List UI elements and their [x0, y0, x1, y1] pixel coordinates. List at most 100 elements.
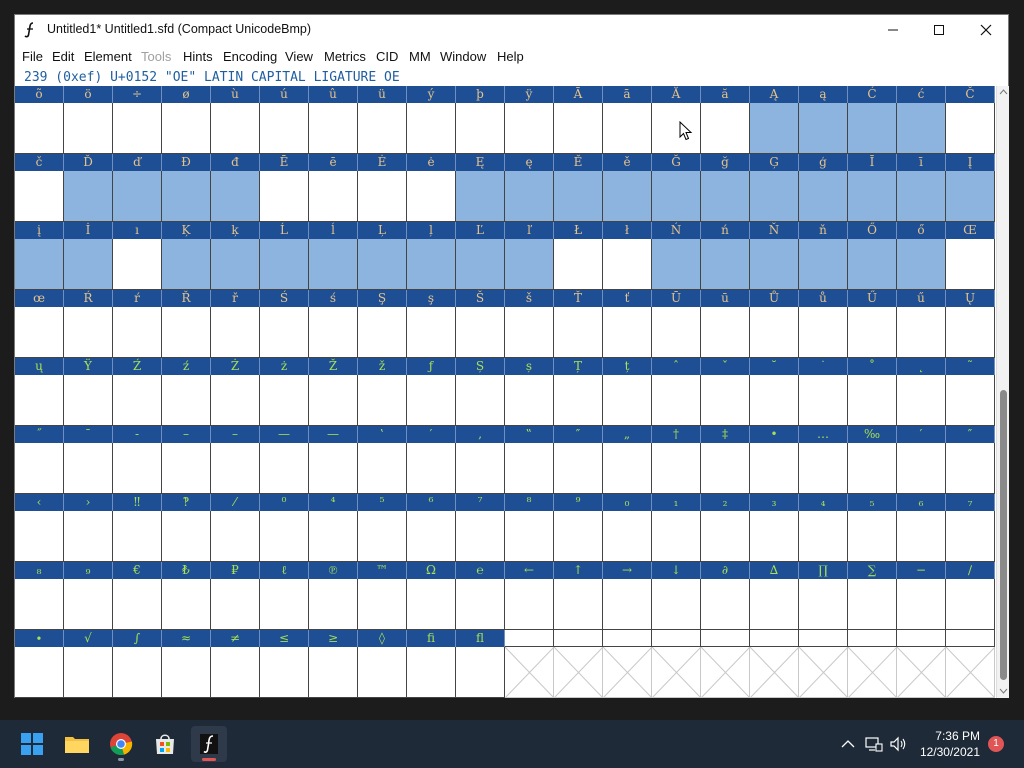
glyph-cell[interactable] — [113, 307, 162, 358]
glyph-label[interactable]: ș — [505, 358, 554, 375]
glyph-cell[interactable] — [309, 443, 358, 494]
menu-view[interactable]: View — [285, 49, 313, 64]
glyph-cell[interactable] — [750, 307, 799, 358]
glyph-label[interactable]: š — [505, 290, 554, 307]
glyph-cell-selected[interactable] — [456, 171, 505, 222]
empty-glyph-slot[interactable] — [897, 647, 946, 698]
glyph-cell[interactable] — [358, 647, 407, 698]
glyph-cell[interactable] — [701, 443, 750, 494]
glyph-label[interactable]: ų — [15, 358, 64, 375]
glyph-label[interactable]: ø — [162, 86, 211, 103]
glyph-cell[interactable] — [897, 375, 946, 426]
glyph-label[interactable]: … — [799, 426, 848, 443]
glyph-cell[interactable] — [456, 103, 505, 154]
glyph-cell[interactable] — [799, 511, 848, 562]
menu-edit[interactable]: Edit — [52, 49, 74, 64]
glyph-label[interactable]: ₅ — [848, 494, 897, 511]
glyph-label[interactable]: ⁰ — [260, 494, 309, 511]
glyph-label[interactable]: ț — [603, 358, 652, 375]
glyph-cell[interactable] — [260, 103, 309, 154]
glyph-cell[interactable] — [211, 511, 260, 562]
glyph-label[interactable]: ₇ — [946, 494, 995, 511]
glyph-cell[interactable] — [358, 103, 407, 154]
glyph-cell[interactable] — [505, 375, 554, 426]
glyph-label[interactable]: Ģ — [750, 154, 799, 171]
glyph-label[interactable]: ‰ — [848, 426, 897, 443]
glyph-cell[interactable] — [652, 443, 701, 494]
glyph-cell-selected[interactable] — [64, 171, 113, 222]
glyph-label[interactable]: ù — [211, 86, 260, 103]
glyph-label[interactable]: Ğ — [652, 154, 701, 171]
glyph-label[interactable]: ö — [64, 86, 113, 103]
glyph-cell[interactable] — [407, 511, 456, 562]
glyph-label[interactable]: ł — [603, 222, 652, 239]
glyph-cell[interactable] — [799, 443, 848, 494]
glyph-label[interactable]: ℮ — [456, 562, 505, 579]
glyph-cell[interactable] — [407, 375, 456, 426]
glyph-label[interactable]: û — [309, 86, 358, 103]
glyph-label[interactable]: ř — [211, 290, 260, 307]
glyph-cell-selected[interactable] — [799, 239, 848, 290]
glyph-cell[interactable] — [162, 511, 211, 562]
glyph-cell[interactable] — [407, 443, 456, 494]
empty-glyph-label[interactable] — [554, 630, 603, 647]
glyph-cell[interactable] — [113, 579, 162, 630]
close-button[interactable] — [963, 15, 1009, 45]
glyph-cell[interactable] — [750, 375, 799, 426]
glyph-cell[interactable] — [113, 103, 162, 154]
glyph-cell[interactable] — [554, 579, 603, 630]
glyph-label[interactable]: ′ — [407, 426, 456, 443]
glyph-label[interactable]: Ĺ — [260, 222, 309, 239]
glyph-cell[interactable] — [701, 307, 750, 358]
glyph-cell-selected[interactable] — [946, 171, 995, 222]
glyph-cell[interactable] — [15, 647, 64, 698]
glyph-cell[interactable] — [750, 443, 799, 494]
glyph-cell[interactable] — [407, 103, 456, 154]
glyph-cell[interactable] — [652, 511, 701, 562]
empty-glyph-slot[interactable] — [946, 647, 995, 698]
glyph-label[interactable]: ″ — [554, 426, 603, 443]
glyph-label[interactable]: Ő — [848, 222, 897, 239]
start-button[interactable] — [14, 726, 50, 762]
glyph-label[interactable]: ÿ — [505, 86, 554, 103]
glyph-cell[interactable] — [211, 579, 260, 630]
maximize-button[interactable] — [916, 15, 962, 45]
glyph-label[interactable]: ī — [897, 154, 946, 171]
glyph-cell[interactable] — [15, 375, 64, 426]
glyph-label[interactable]: ℗ — [309, 562, 358, 579]
glyph-cell[interactable] — [603, 103, 652, 154]
title-bar[interactable]: Untitled1* Untitled1.sfd (Compact Unicod… — [15, 15, 1008, 45]
glyph-cell[interactable] — [652, 307, 701, 358]
glyph-cell[interactable] — [946, 239, 995, 290]
glyph-label[interactable]: € — [113, 562, 162, 579]
glyph-cell[interactable] — [505, 579, 554, 630]
glyph-label[interactable]: ü — [358, 86, 407, 103]
glyph-cell[interactable] — [260, 171, 309, 222]
glyph-cell-selected[interactable] — [652, 171, 701, 222]
glyph-grid[interactable]: õ ö ÷ ø ù ú û ü ý þ ÿ Āā Ăă Ąą Ćć Čč Ďď Đđ Ēē Ėė Ęę Ěě Ğğ Ģģ Īī Į… — [15, 86, 996, 698]
glyph-label[interactable]: ↓ — [652, 562, 701, 579]
glyph-cell[interactable] — [358, 511, 407, 562]
glyph-cell[interactable] — [211, 307, 260, 358]
glyph-cell[interactable] — [505, 443, 554, 494]
clock-date[interactable]: 12/30/2021 — [920, 745, 980, 759]
glyph-label[interactable]: Ā — [554, 86, 603, 103]
glyph-label[interactable]: ą — [799, 86, 848, 103]
glyph-label[interactable]: ₃ — [750, 494, 799, 511]
glyph-cell[interactable] — [652, 375, 701, 426]
glyph-cell-selected[interactable] — [260, 239, 309, 290]
glyph-label[interactable]: Ÿ — [64, 358, 113, 375]
glyph-label[interactable]: ≈ — [162, 630, 211, 647]
volume-icon[interactable] — [888, 734, 908, 754]
glyph-cell[interactable] — [848, 307, 897, 358]
glyph-cell[interactable] — [946, 307, 995, 358]
glyph-label[interactable]: Ș — [456, 358, 505, 375]
glyph-cell-selected[interactable] — [799, 171, 848, 222]
glyph-label[interactable]: ← — [505, 562, 554, 579]
glyph-label[interactable]: Ř — [162, 290, 211, 307]
glyph-label[interactable]: ď — [113, 154, 162, 171]
glyph-label[interactable]: ∏ — [799, 562, 848, 579]
glyph-label[interactable]: ˚ — [848, 358, 897, 375]
glyph-label[interactable]: — — [309, 426, 358, 443]
glyph-cell[interactable] — [946, 375, 995, 426]
